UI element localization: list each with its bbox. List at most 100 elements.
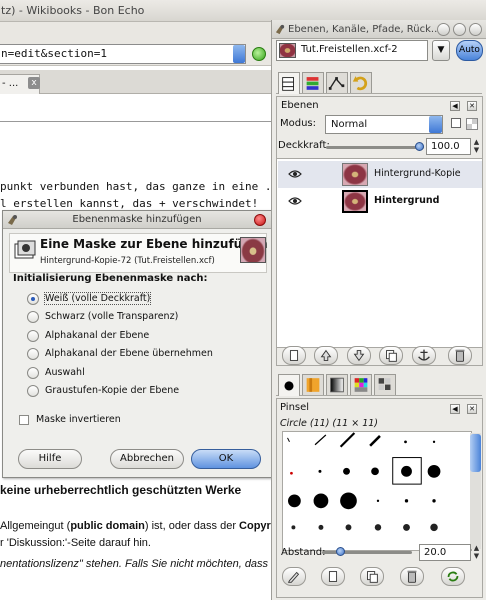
tab-gradients-icon[interactable]	[326, 374, 348, 395]
radio-label[interactable]: Weiß (volle Deckkraft)	[43, 292, 152, 305]
dialog-header-subtitle: Hintergrund-Kopie-72 (Tut.Freistellen.xc…	[40, 256, 215, 266]
new-layer-button[interactable]	[282, 346, 306, 365]
radio-white-full-opacity[interactable]	[27, 293, 39, 305]
close-icon[interactable]	[469, 23, 482, 36]
checkerboard-icon	[466, 118, 478, 130]
radio-label[interactable]: Auswahl	[45, 367, 85, 378]
opacity-spinner-arrows[interactable]: ▲ ▼	[472, 138, 481, 155]
duplicate-brush-button[interactable]	[360, 567, 384, 586]
radio-transfer-alpha[interactable]	[27, 348, 39, 360]
tab-paths-icon[interactable]	[326, 72, 348, 93]
gimp-icon	[275, 24, 286, 35]
opacity-slider-handle[interactable]	[415, 142, 424, 151]
tab-brushes-icon[interactable]	[278, 374, 300, 396]
tab-palettes-icon[interactable]	[350, 374, 372, 395]
mode-select[interactable]: Normal	[325, 115, 443, 134]
radio-grayscale-copy[interactable]	[27, 385, 39, 397]
spacing-slider-handle[interactable]	[336, 547, 345, 556]
layer-mask-icon	[14, 240, 36, 260]
layer-thumbnail	[342, 163, 368, 186]
url-field[interactable]: n=edit&section=1	[0, 44, 246, 64]
radio-black-full-transparency[interactable]	[27, 311, 39, 323]
url-history-dropdown-icon[interactable]	[233, 45, 245, 63]
delete-layer-button[interactable]	[448, 346, 472, 365]
radio-layer-alpha[interactable]	[27, 330, 39, 342]
dialog-header: Eine Maske zur Ebene hinzufügen Hintergr…	[9, 233, 268, 273]
dock-tabs	[276, 70, 482, 94]
opacity-slider-track[interactable]	[326, 146, 424, 149]
duplicate-layer-button[interactable]	[379, 346, 403, 365]
layer-row[interactable]: Hintergrund-Kopie	[278, 161, 482, 188]
tab-fonts-icon[interactable]	[374, 374, 396, 395]
mask-init-group-label: Initialisierung Ebenenmaske nach:	[13, 273, 208, 284]
invert-mask-label[interactable]: Maske invertieren	[36, 414, 121, 425]
paragraph-line: r 'Diskussion:'-Seite darauf hin.	[0, 537, 151, 549]
auto-button[interactable]: Auto	[456, 40, 483, 61]
brush-grid[interactable]	[282, 431, 472, 551]
radio-label[interactable]: Graustufen-Kopie der Ebene	[45, 385, 179, 396]
tab-patterns-icon[interactable]	[302, 374, 324, 395]
refresh-brushes-button[interactable]	[441, 567, 465, 586]
new-brush-button[interactable]	[321, 567, 345, 586]
anchor-layer-button[interactable]	[412, 346, 436, 365]
ok-button[interactable]: OK	[191, 449, 261, 469]
delete-brush-button[interactable]	[400, 567, 424, 586]
radio-label[interactable]: Schwarz (volle Transparenz)	[45, 311, 178, 322]
radio-selection[interactable]	[27, 367, 39, 379]
dock-tabs-2	[276, 372, 482, 396]
chevron-down-icon[interactable]: ▼	[432, 40, 450, 61]
opacity-field[interactable]: 100.0	[426, 138, 471, 155]
tab-close-icon[interactable]: x	[28, 77, 40, 89]
text-line: l erstellen kannst, das + verschwindet!	[0, 197, 259, 210]
close-icon[interactable]	[254, 214, 266, 226]
text-line: punkt verbunden hast, das ganze in eine …	[0, 180, 272, 193]
panel-close-icon[interactable]: ✕	[467, 404, 477, 414]
brush-scrollbar-thumb[interactable]	[470, 434, 481, 472]
layer-row[interactable]: Hintergrund	[278, 188, 482, 215]
invert-mask-checkbox[interactable]	[19, 415, 29, 425]
go-icon[interactable]	[252, 47, 266, 61]
lock-alpha-checkbox[interactable]	[451, 118, 461, 128]
lower-layer-button[interactable]	[347, 346, 371, 365]
layer-thumbnail	[342, 190, 368, 213]
dialog-title-bar[interactable]: Ebenenmaske hinzufügen	[3, 211, 271, 229]
add-layer-mask-dialog: Ebenenmaske hinzufügen Eine Maske zur Eb…	[2, 210, 272, 478]
browser-tab-label: - ...	[2, 78, 19, 89]
tab-layers-icon[interactable]	[278, 72, 300, 94]
layer-name[interactable]: Hintergrund-Kopie	[374, 168, 461, 179]
maximize-icon[interactable]	[453, 23, 466, 36]
mode-label: Modus:	[280, 118, 317, 129]
radio-label[interactable]: Alphakanal der Ebene	[45, 330, 149, 341]
dialog-header-title: Eine Maske zur Ebene hinzufügen	[40, 237, 268, 251]
panel-close-icon[interactable]: ✕	[467, 101, 477, 111]
image-thumbnail	[279, 43, 296, 58]
eye-icon[interactable]	[288, 169, 302, 179]
brush-name: Circle (11) (11 × 11)	[280, 418, 379, 429]
image-selector[interactable]: Tut.Freistellen.xcf-2	[276, 40, 428, 61]
opacity-label: Deckkraft:	[278, 140, 330, 151]
dialog-title: Ebenenmaske hinzufügen	[72, 214, 202, 225]
chevron-down-icon[interactable]	[429, 116, 442, 133]
spacing-field[interactable]: 20.0	[419, 544, 471, 561]
brush-buttons	[276, 566, 483, 588]
layer-name[interactable]: Hintergrund	[374, 195, 439, 206]
help-button[interactable]: Hilfe	[18, 449, 82, 469]
brush-previews[interactable]	[283, 432, 471, 550]
eye-icon[interactable]	[288, 196, 302, 206]
divider	[0, 121, 275, 122]
tab-undo-history-icon[interactable]	[350, 72, 372, 93]
cancel-button[interactable]: Abbrechen	[110, 449, 184, 469]
spacing-spinner-arrows[interactable]: ▲ ▼	[472, 544, 481, 561]
panel-menu-icon[interactable]: ◀	[450, 404, 460, 414]
browser-title-bar: tz) - Wikibooks - Bon Echo	[0, 0, 486, 22]
panel-menu-icon[interactable]: ◀	[450, 101, 460, 111]
radio-label[interactable]: Alphakanal der Ebene übernehmen	[45, 348, 213, 359]
tab-channels-icon[interactable]	[302, 72, 324, 93]
layer-buttons	[276, 345, 483, 367]
spacing-label: Abstand:	[281, 547, 326, 558]
dock-title: Ebenen, Kanäle, Pfade, Rück...	[288, 24, 441, 35]
edit-brush-button[interactable]	[282, 567, 306, 586]
paragraph-line: nentationslizenz" stehen. Falls Sie nich…	[0, 558, 269, 570]
minimize-icon[interactable]	[437, 23, 450, 36]
raise-layer-button[interactable]	[314, 346, 338, 365]
